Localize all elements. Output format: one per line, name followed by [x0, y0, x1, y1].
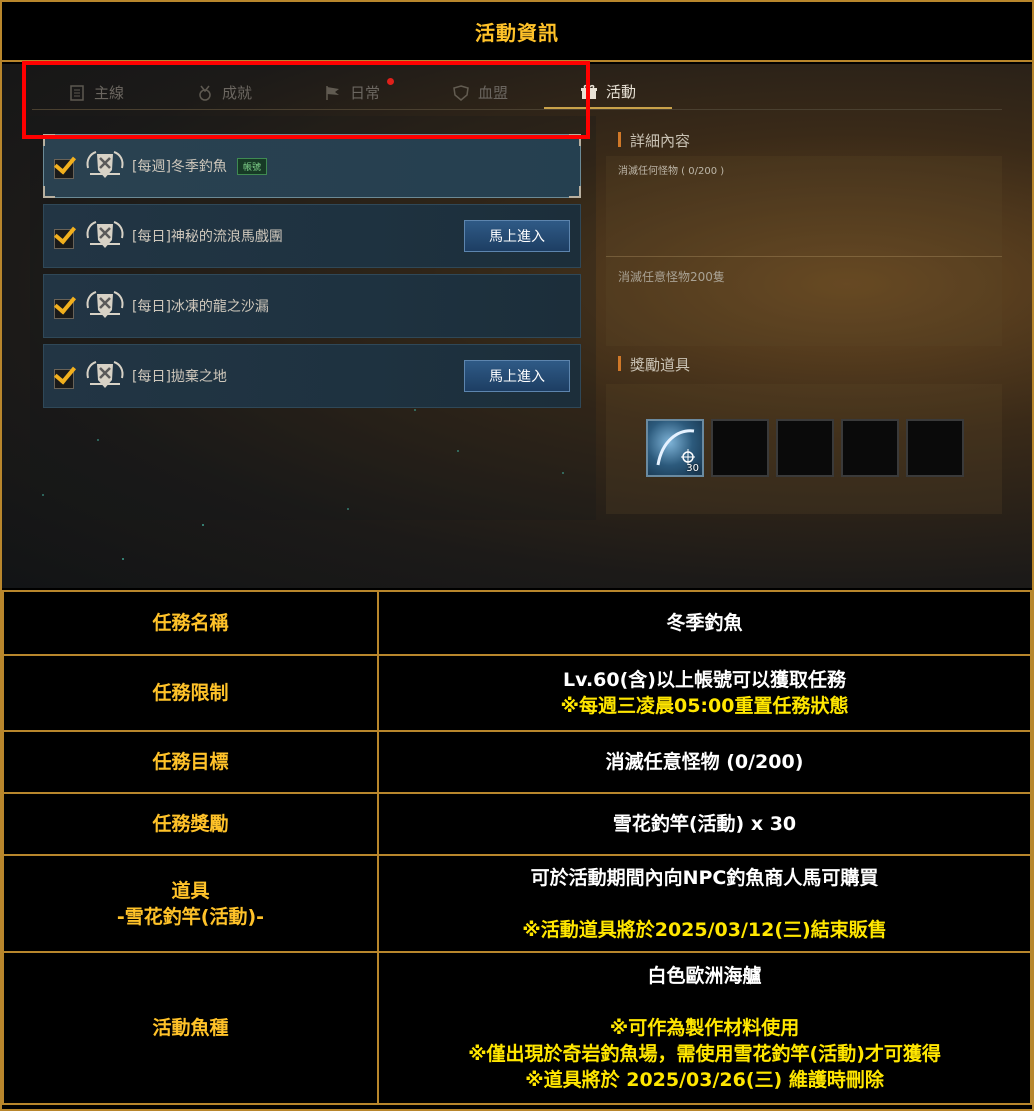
account-badge: 帳號 [236, 157, 267, 175]
checkbox-checked-icon[interactable] [54, 225, 76, 249]
info-value-line: 可於活動期間內向NPC釣魚商人馬可購買 [530, 866, 879, 889]
item-quantity: 30 [686, 463, 699, 474]
info-key: 任務獎勵 [2, 792, 379, 856]
info-row: 任務名稱 冬季釣魚 [2, 590, 1032, 656]
info-value-line: ※每週三凌晨05:00重置任務狀態 [560, 695, 849, 717]
info-key-text: 任務名稱 [152, 612, 229, 634]
selection-corner [43, 186, 55, 198]
info-key-text: 任務獎勵 [152, 813, 229, 835]
info-key-text: 任務目標 [152, 751, 229, 773]
info-row: 道具 -雪花釣竿(活動)- 可於活動期間內向NPC釣魚商人馬可購買 ※活動道具將於20… [2, 854, 1032, 953]
checkbox-checked-icon[interactable] [54, 155, 76, 179]
info-value: 消滅任意怪物 (0/200) [377, 730, 1032, 794]
info-value-line: ※可作為製作材料使用 [609, 1017, 800, 1039]
checkbox-checked-icon[interactable] [54, 295, 76, 319]
quest-item[interactable]: [每日]冰凍的龍之沙漏 [43, 274, 581, 338]
enter-now-button[interactable]: 馬上進入 [464, 220, 570, 252]
page-title: 活動資訊 [475, 20, 559, 45]
info-row: 活動魚種 白色歐洲海艫 ※可作為製作材料使用 ※僅出現於奇岩釣魚場，需使用雪花釣竿(活… [2, 951, 1032, 1105]
detail-box [606, 156, 1002, 346]
info-value-line: ※活動道具將於2025/03/12(三)結束販售 [522, 918, 887, 941]
info-value: 可於活動期間內向NPC釣魚商人馬可購買 ※活動道具將於2025/03/12(三)結… [377, 854, 1032, 953]
info-key-text: 任務限制 [152, 682, 229, 704]
info-table: 任務名稱 冬季釣魚任務限制 Lv.60(含)以上帳號可以獲取任務 ※每週三凌晨05:0… [2, 590, 1032, 1105]
enter-now-button[interactable]: 馬上進入 [464, 360, 570, 392]
quest-name: [每日]神秘的流浪馬戲團 [132, 229, 283, 245]
info-value-line: ※僅出現於奇岩釣魚場，需使用雪花釣竿(活動)才可獲得 [468, 1043, 941, 1065]
quest-name: [每日]拋棄之地 [132, 369, 227, 385]
detail-panel: 詳細內容 消滅任何怪物 ( 0/200 ) 消滅任意怪物200隻 獎勵道具 30 [606, 122, 1002, 582]
snowflake-fishing-rod-icon[interactable]: 30 [646, 419, 704, 477]
selected-quest-highlight [22, 61, 590, 139]
info-value-line: ※道具將於 2025/03/26(三) 維護時刪除 [525, 1069, 884, 1091]
detail-description: 消滅任意怪物200隻 [618, 270, 725, 284]
divider [606, 256, 1002, 257]
detail-progress: 消滅任何怪物 ( 0/200 ) [618, 166, 725, 177]
page-header: 活動資訊 [2, 2, 1032, 62]
info-key-text: 活動魚種 [152, 1017, 229, 1039]
info-key-text: 道具 [171, 879, 210, 902]
quest-name: [每日]冰凍的龍之沙漏 [132, 299, 269, 315]
quest-item[interactable]: [每週]冬季釣魚 帳號 [43, 134, 581, 198]
empty-reward-slot[interactable] [711, 419, 769, 477]
info-value-line: Lv.60(含)以上帳號可以獲取任務 [563, 669, 846, 691]
quest-emblem-icon [84, 218, 126, 254]
quest-list: [每週]冬季釣魚 帳號 [每日]神秘的流浪馬戲團 馬上進入 [每日]冰凍的龍之沙漏 [每日… [30, 116, 596, 520]
info-key: 任務目標 [2, 730, 379, 794]
empty-reward-slot[interactable] [841, 419, 899, 477]
info-value: 雪花釣竿(活動) x 30 [377, 792, 1032, 856]
dust-particle [202, 524, 204, 526]
info-value-line: 消滅任意怪物 (0/200) [605, 751, 804, 773]
quest-name: [每週]冬季釣魚 [132, 159, 227, 175]
info-value-line: 冬季釣魚 [666, 612, 743, 634]
info-value: Lv.60(含)以上帳號可以獲取任務 ※每週三凌晨05:00重置任務狀態 [377, 654, 1032, 732]
info-row: 任務限制 Lv.60(含)以上帳號可以獲取任務 ※每週三凌晨05:00重置任務狀態 [2, 654, 1032, 732]
info-key: 任務名稱 [2, 590, 379, 656]
game-screenshot: 主線 成就 日常 血盟 活動 [每週]冬季釣魚 帳號 [每日]神秘的流浪馬戲團 馬上進入 [每日… [2, 64, 1032, 588]
dust-particle [122, 558, 124, 560]
quest-item[interactable]: [每日]拋棄之地 馬上進入 [43, 344, 581, 408]
quest-emblem-icon [84, 288, 126, 324]
info-key-subtext: -雪花釣竿(活動)- [116, 905, 265, 928]
info-key: 活動魚種 [2, 951, 379, 1105]
quest-emblem-icon [84, 148, 126, 184]
info-value: 冬季釣魚 [377, 590, 1032, 656]
quest-item[interactable]: [每日]神秘的流浪馬戲團 馬上進入 [43, 204, 581, 268]
info-value-line [379, 891, 1030, 917]
info-value-line: 雪花釣竿(活動) x 30 [612, 813, 797, 835]
info-value: 白色歐洲海艫 ※可作為製作材料使用 ※僅出現於奇岩釣魚場，需使用雪花釣竿(活動)才可… [377, 951, 1032, 1105]
quest-emblem-icon [84, 358, 126, 394]
empty-reward-slot[interactable] [906, 419, 964, 477]
tab-label: 活動 [605, 83, 636, 101]
info-key: 道具 -雪花釣竿(活動)- [2, 854, 379, 953]
empty-reward-slot[interactable] [776, 419, 834, 477]
selection-corner [569, 186, 581, 198]
checkbox-checked-icon[interactable] [54, 365, 76, 389]
rewards-title: 獎勵道具 [618, 354, 690, 375]
detail-title: 詳細內容 [618, 130, 690, 151]
info-row: 任務目標 消滅任意怪物 (0/200) [2, 730, 1032, 794]
info-value-line [379, 989, 1030, 1015]
info-row: 任務獎勵 雪花釣竿(活動) x 30 [2, 792, 1032, 856]
info-key: 任務限制 [2, 654, 379, 732]
info-value-line: 白色歐洲海艫 [647, 965, 762, 987]
